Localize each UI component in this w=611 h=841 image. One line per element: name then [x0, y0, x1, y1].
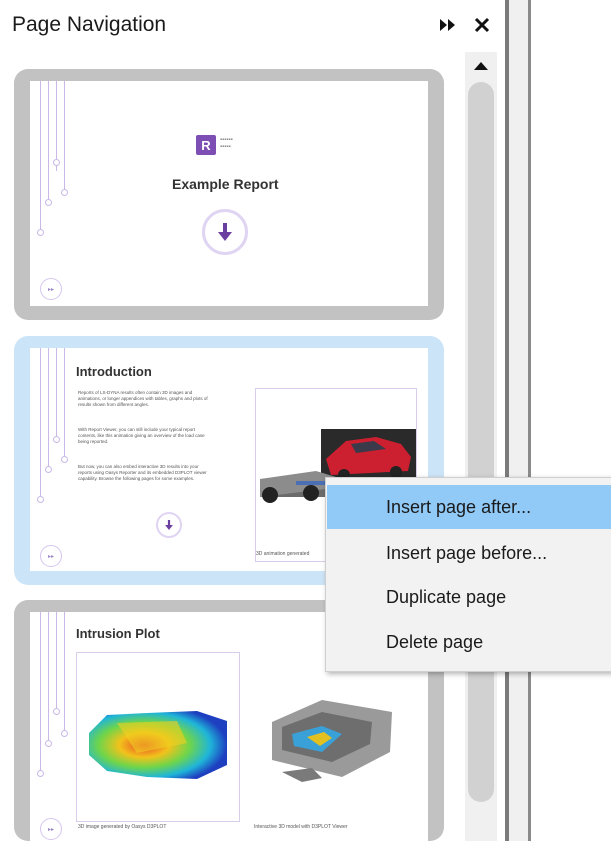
decorative-dot [61, 730, 68, 737]
report-logo-icon: R [196, 135, 216, 155]
menu-item-label: Delete page [386, 631, 484, 652]
slide-title: Intrusion Plot [76, 626, 160, 641]
page-navigation-panel: Page Navigation R ▪▪▪▪▪▪ ▪▪▪▪▪ Example Re… [0, 0, 505, 841]
intrusion-plot-image-frame [76, 652, 240, 822]
scrollbar-thumb[interactable] [468, 82, 494, 802]
decorative-line [40, 348, 41, 498]
decorative-dot [45, 199, 52, 206]
page-logo-badge: ▸▸ [40, 278, 62, 300]
double-arrow-right-icon[interactable] [436, 10, 460, 40]
decorative-dot [61, 456, 68, 463]
report-title: Example Report [172, 176, 279, 192]
panel-header: Page Navigation [0, 0, 505, 52]
decorative-line [64, 81, 65, 191]
menu-item-insert-page-after[interactable]: Insert page after... [327, 485, 611, 529]
image-caption-left: 3D image generated by Oasys D3PLOT [78, 824, 167, 830]
decorative-line [40, 612, 41, 772]
decorative-line [56, 81, 57, 171]
decorative-dot [45, 740, 52, 747]
triangle-up-icon[interactable] [465, 52, 497, 80]
decorative-dot [37, 496, 44, 503]
decorative-dot [37, 229, 44, 236]
page-preview: R ▪▪▪▪▪▪ ▪▪▪▪▪ Example Report ▸▸ [30, 81, 428, 306]
panel-splitter-edge [528, 0, 531, 841]
menu-item-label: Insert page before... [386, 542, 548, 563]
arrow-down-icon [156, 512, 182, 538]
image-caption: 3D animation generated [256, 551, 310, 557]
close-icon[interactable] [470, 10, 494, 40]
logo-text-decoration: ▪▪▪▪▪▪ ▪▪▪▪▪ [220, 137, 233, 150]
decorative-line [64, 612, 65, 732]
decorative-line [56, 612, 57, 712]
decorative-dot [45, 466, 52, 473]
image-caption-right: Interactive 3D model with D3PLOT Viewer [254, 824, 348, 830]
decorative-line [48, 612, 49, 742]
slide-paragraph: With Report Viewer, you can still includ… [78, 427, 205, 444]
menu-item-label: Insert page after... [386, 496, 532, 517]
page-logo-badge: ▸▸ [40, 818, 62, 840]
page-thumbnail-1[interactable]: R ▪▪▪▪▪▪ ▪▪▪▪▪ Example Report ▸▸ [14, 69, 444, 320]
decorative-dot [37, 770, 44, 777]
decorative-dot [53, 436, 60, 443]
interactive-3d-model-image [272, 700, 392, 782]
decorative-dot [53, 708, 60, 715]
page-context-menu: Insert page after... Insert page before.… [325, 477, 611, 672]
decorative-line [40, 81, 41, 231]
page-logo-badge: ▸▸ [40, 545, 62, 567]
menu-item-insert-page-before[interactable]: Insert page before... [327, 531, 611, 575]
decorative-dot [53, 159, 60, 166]
slide-paragraph: Reports of LS-DYNA results often contain… [78, 390, 208, 407]
decorative-dot [61, 189, 68, 196]
menu-item-delete-page[interactable]: Delete page [327, 620, 611, 664]
intrusion-contour-image [89, 711, 227, 779]
decorative-line [56, 348, 57, 438]
decorative-line [48, 348, 49, 468]
menu-item-label: Duplicate page [386, 586, 507, 607]
decorative-line [48, 81, 49, 201]
menu-item-duplicate-page[interactable]: Duplicate page [327, 575, 611, 619]
panel-title: Page Navigation [12, 13, 167, 36]
decorative-line [64, 348, 65, 458]
vertical-scrollbar[interactable] [465, 52, 497, 841]
slide-paragraph: But now, you can also embed interactive … [78, 464, 207, 481]
slide-title: Introduction [76, 364, 152, 379]
interactive-model-image-frame [262, 682, 402, 792]
arrow-down-icon [202, 209, 248, 255]
